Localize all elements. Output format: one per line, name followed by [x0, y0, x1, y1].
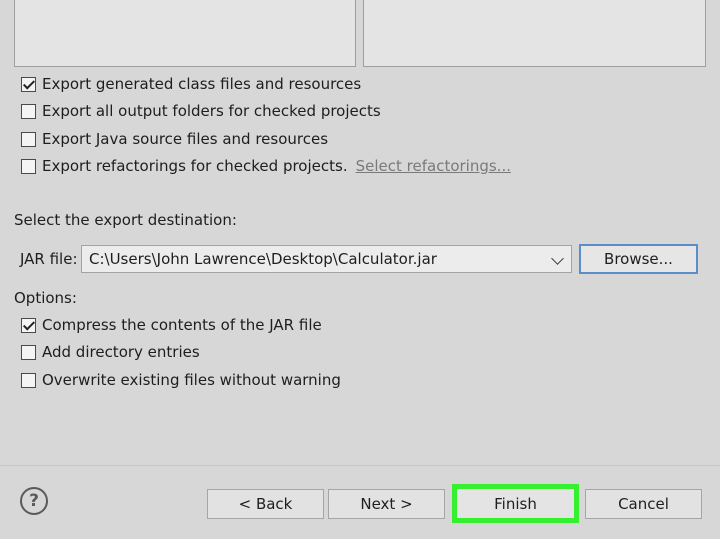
cancel-button[interactable]: Cancel	[585, 489, 702, 519]
resource-list-panel[interactable]	[363, 0, 706, 67]
next-button[interactable]: Next >	[328, 489, 445, 519]
overwrite-files-checkbox[interactable]	[21, 372, 36, 388]
export-refactorings-option[interactable]: Export refactorings for checked projects…	[21, 156, 511, 176]
export-java-source-checkbox[interactable]	[21, 131, 36, 147]
export-destination-heading: Select the export destination:	[14, 211, 237, 229]
compress-jar-label: Compress the contents of the JAR file	[42, 316, 322, 334]
help-icon[interactable]: ?	[20, 487, 48, 515]
export-output-folders-checkbox[interactable]	[21, 103, 36, 119]
overwrite-files-option[interactable]: Overwrite existing files without warning	[21, 370, 341, 390]
export-class-files-label: Export generated class files and resourc…	[42, 75, 362, 93]
select-refactorings-link[interactable]: Select refactorings...	[356, 157, 511, 175]
compress-jar-checkbox[interactable]	[21, 317, 36, 333]
export-java-source-label: Export Java source files and resources	[42, 130, 329, 148]
resource-tree-panel[interactable]	[14, 0, 356, 67]
export-class-files-option[interactable]: Export generated class files and resourc…	[21, 74, 361, 94]
overwrite-files-label: Overwrite existing files without warning	[42, 371, 341, 389]
export-refactorings-checkbox[interactable]	[21, 158, 36, 174]
add-directory-entries-label: Add directory entries	[42, 343, 200, 361]
export-output-folders-label: Export all output folders for checked pr…	[42, 102, 381, 120]
footer-divider	[0, 465, 720, 466]
add-directory-entries-checkbox[interactable]	[21, 344, 36, 360]
options-heading: Options:	[14, 289, 77, 307]
add-directory-entries-option[interactable]: Add directory entries	[21, 342, 200, 362]
compress-jar-option[interactable]: Compress the contents of the JAR file	[21, 315, 322, 335]
jar-file-label: JAR file:	[20, 250, 78, 268]
jar-file-path: C:\Users\John Lawrence\Desktop\Calculato…	[89, 250, 437, 268]
chevron-down-icon[interactable]	[551, 252, 564, 265]
export-output-folders-option[interactable]: Export all output folders for checked pr…	[21, 101, 381, 121]
finish-button[interactable]: Finish	[452, 484, 579, 523]
back-button[interactable]: < Back	[207, 489, 324, 519]
export-refactorings-label: Export refactorings for checked projects…	[42, 157, 348, 175]
browse-button[interactable]: Browse...	[579, 244, 698, 274]
export-java-source-option[interactable]: Export Java source files and resources	[21, 129, 328, 149]
export-class-files-checkbox[interactable]	[21, 76, 36, 92]
jar-file-combobox[interactable]: C:\Users\John Lawrence\Desktop\Calculato…	[81, 245, 572, 273]
